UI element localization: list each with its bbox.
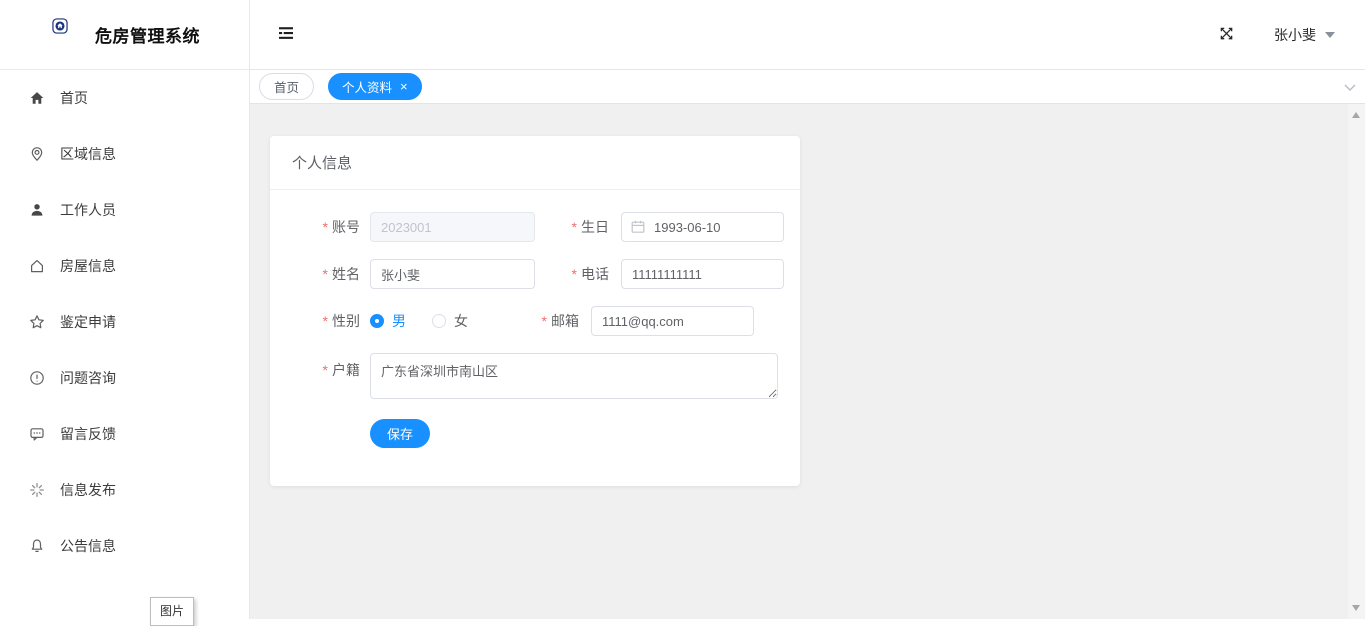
calendar-icon	[630, 219, 646, 235]
tab-profile[interactable]: 个人资料 ×	[328, 73, 422, 100]
person-icon	[29, 202, 45, 218]
exclamation-circle-icon	[29, 370, 45, 386]
radio-label: 男	[392, 313, 406, 329]
residence-textarea[interactable]: 广东省深圳市南山区	[370, 353, 778, 399]
app-title: 危房管理系统	[95, 27, 200, 46]
sidebar-item-label: 区域信息	[60, 146, 116, 162]
tab-label: 首页	[274, 81, 300, 95]
sidebar-item-label: 信息发布	[60, 482, 116, 498]
sidebar-item-appraisal-application[interactable]: 鉴定申请	[0, 294, 249, 350]
radio-male[interactable]: 男	[370, 311, 406, 331]
card-title: 个人信息	[292, 155, 353, 172]
close-icon[interactable]: ×	[400, 80, 408, 93]
sidebar-item-label: 留言反馈	[60, 426, 116, 442]
app-logo-icon	[52, 17, 86, 52]
fullscreen-button[interactable]	[1219, 26, 1234, 44]
sidebar-item-info-publish[interactable]: 信息发布	[0, 462, 249, 518]
radio-checked-icon	[370, 314, 384, 328]
tab-bar: 首页 个人资料 ×	[250, 70, 1365, 104]
radio-unchecked-icon	[432, 314, 446, 328]
image-tooltip: 图片	[150, 597, 195, 626]
birthday-label: 生日	[565, 217, 609, 237]
name-label: 姓名	[270, 264, 360, 284]
loading-icon	[29, 482, 45, 498]
name-input[interactable]	[370, 259, 535, 289]
bell-icon	[29, 538, 45, 554]
user-name: 张小斐	[1274, 26, 1316, 43]
sidebar-item-housing-info[interactable]: 房屋信息	[0, 238, 249, 294]
gender-label: 性别	[270, 311, 360, 331]
gender-radio-group: 男 女	[370, 311, 535, 331]
sidebar-item-label: 公告信息	[60, 538, 116, 554]
sidebar-item-region-info[interactable]: 区域信息	[0, 126, 249, 182]
scroll-down-arrow-icon[interactable]	[1352, 605, 1360, 611]
sidebar-item-label: 首页	[60, 90, 88, 106]
sidebar-item-question-consult[interactable]: 问题咨询	[0, 350, 249, 406]
app-logo: 危房管理系统	[0, 0, 249, 70]
star-icon	[29, 314, 45, 330]
tab-label: 个人资料	[342, 81, 393, 95]
sidebar-item-staff[interactable]: 工作人员	[0, 182, 249, 238]
scroll-up-arrow-icon[interactable]	[1352, 112, 1360, 118]
email-input[interactable]	[591, 306, 754, 336]
radio-female[interactable]: 女	[432, 311, 468, 331]
phone-input[interactable]	[621, 259, 784, 289]
residence-label: 户籍	[270, 360, 360, 380]
sidebar-item-feedback[interactable]: 留言反馈	[0, 406, 249, 462]
location-icon	[29, 146, 45, 162]
main-content: 个人信息 账号 生日	[250, 104, 1348, 619]
menu-fold-icon	[278, 26, 294, 43]
sidebar-nav: 首页 区域信息 工作人员 房屋信息 鉴定申请 问题咨询 留言反馈 信息发布 公告…	[0, 70, 249, 574]
sidebar-item-label: 鉴定申请	[60, 314, 116, 330]
sidebar-item-label: 工作人员	[60, 202, 116, 218]
tab-home[interactable]: 首页	[259, 73, 315, 100]
chevron-down-icon	[1344, 78, 1356, 96]
sidebar-item-label: 问题咨询	[60, 370, 116, 386]
home-icon	[29, 90, 45, 106]
user-menu[interactable]: 张小斐	[1274, 25, 1335, 45]
sidebar-item-home[interactable]: 首页	[0, 70, 249, 126]
profile-card: 个人信息 账号 生日	[270, 136, 800, 486]
save-button[interactable]: 保存	[370, 419, 431, 448]
house-icon	[29, 258, 45, 274]
account-input[interactable]	[370, 212, 535, 242]
menu-fold-button[interactable]	[278, 26, 294, 43]
tab-overflow-button[interactable]	[1335, 70, 1365, 103]
header: 张小斐	[250, 0, 1365, 70]
phone-label: 电话	[565, 264, 609, 284]
radio-label: 女	[454, 313, 468, 329]
fullscreen-icon	[1219, 26, 1234, 44]
message-icon	[29, 426, 45, 442]
sidebar-item-label: 房屋信息	[60, 258, 116, 274]
sidebar-item-announcement[interactable]: 公告信息	[0, 518, 249, 574]
caret-down-icon	[1325, 31, 1335, 38]
vertical-scrollbar[interactable]	[1348, 104, 1365, 619]
account-label: 账号	[270, 217, 360, 237]
email-label: 邮箱	[535, 311, 579, 331]
sidebar: 危房管理系统 首页 区域信息 工作人员 房屋信息 鉴定申请 问题咨询 留言反馈 …	[0, 0, 250, 619]
